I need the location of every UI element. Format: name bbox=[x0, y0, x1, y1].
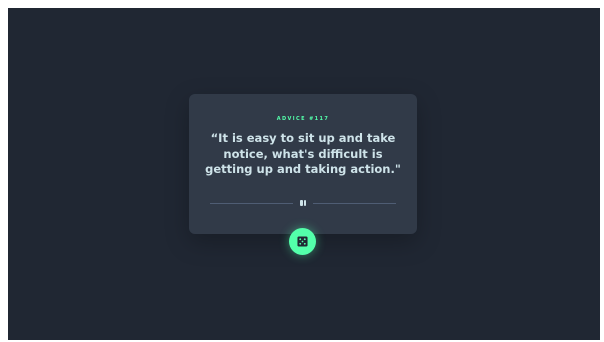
divider-line-right bbox=[313, 203, 396, 204]
dice-icon bbox=[296, 236, 308, 247]
advice-number-label: ADVICE #117 bbox=[276, 116, 330, 122]
pause-bar-right bbox=[303, 200, 306, 206]
divider-line-left bbox=[210, 203, 293, 204]
pause-icon bbox=[299, 199, 307, 207]
advice-quote: “It is easy to sit up and take notice, w… bbox=[205, 131, 401, 176]
advice-card: ADVICE #117 “It is easy to sit up and ta… bbox=[189, 94, 417, 234]
pattern-divider bbox=[210, 199, 396, 207]
new-advice-button[interactable] bbox=[288, 228, 316, 255]
pause-bar-left bbox=[300, 200, 303, 206]
